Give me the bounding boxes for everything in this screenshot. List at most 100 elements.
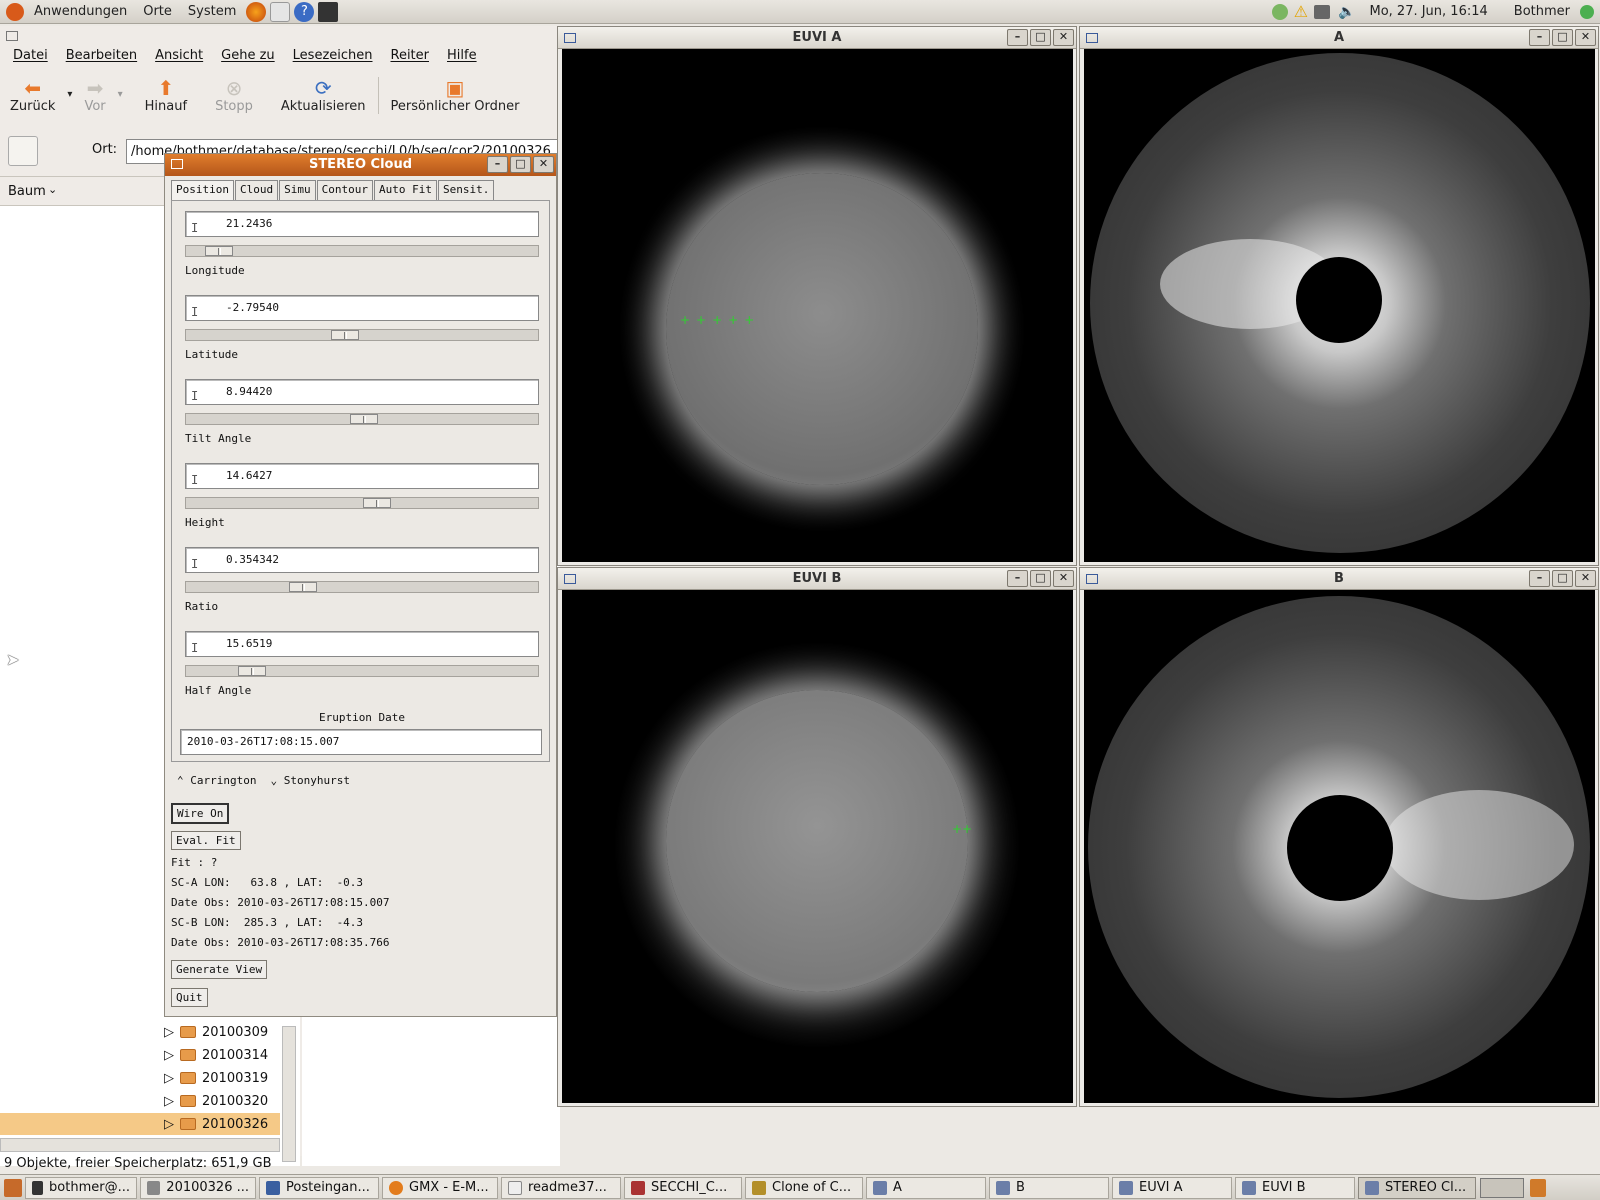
expander-icon[interactable]: ▷ [164, 1025, 174, 1040]
minimize-button[interactable]: – [487, 156, 508, 173]
menu-datei[interactable]: Datei [4, 48, 57, 63]
minimize-button[interactable]: – [1007, 570, 1028, 587]
mail-icon[interactable] [270, 1, 291, 22]
task-window-b[interactable]: B [989, 1176, 1109, 1199]
ubuntu-logo-icon[interactable] [6, 2, 24, 21]
maximize-button[interactable]: □ [510, 156, 531, 173]
menu-system[interactable]: System [180, 4, 244, 19]
task-firefox[interactable]: GMX - E-M... [382, 1176, 498, 1199]
warning-icon[interactable]: ⚠ [1294, 2, 1308, 21]
euvi-b-titlebar[interactable]: EUVI B – □ ✕ [558, 568, 1076, 590]
menu-gehe-zu[interactable]: Gehe zu [212, 48, 284, 63]
cor-b-titlebar[interactable]: B – □ ✕ [1080, 568, 1598, 590]
ratio-field[interactable]: I 0.354342 [185, 547, 539, 573]
tree-hscrollbar[interactable] [0, 1138, 280, 1152]
display-icon[interactable] [1314, 4, 1331, 19]
workspace-switcher[interactable] [1480, 1177, 1524, 1198]
window-menu-icon[interactable] [6, 31, 18, 41]
status-online-icon[interactable] [1580, 4, 1594, 19]
menu-bearbeiten[interactable]: Bearbeiten [57, 48, 146, 63]
tree-item-selected[interactable]: ▷ 20100326 [0, 1113, 280, 1135]
latitude-slider[interactable] [185, 329, 539, 341]
clock[interactable]: Mo, 27. Jun, 16:14 [1361, 4, 1495, 19]
help-icon[interactable]: ? [294, 1, 315, 22]
minimize-button[interactable]: – [1529, 29, 1550, 46]
user-name[interactable]: Bothmer [1506, 4, 1578, 19]
window-menu-icon[interactable] [564, 574, 576, 584]
slider-thumb[interactable] [350, 414, 379, 424]
home-button[interactable]: ▣ Persönlicher Ordner [377, 77, 526, 114]
maximize-button[interactable]: □ [1030, 570, 1051, 587]
expander-icon[interactable]: ▷ [164, 1117, 174, 1132]
cor-b-image[interactable] [1084, 590, 1595, 1103]
euvi-a-titlebar[interactable]: EUVI A – □ ✕ [558, 27, 1076, 49]
window-menu-icon[interactable] [171, 159, 183, 169]
slider-thumb[interactable] [237, 666, 266, 676]
firefox-icon[interactable] [246, 1, 267, 22]
up-button[interactable]: ⬆ Hinauf [139, 77, 193, 114]
task-pdf[interactable]: SECCHI_C... [624, 1176, 742, 1199]
maximize-button[interactable]: □ [1030, 29, 1051, 46]
maximize-button[interactable]: □ [1552, 570, 1573, 587]
close-button[interactable]: ✕ [1575, 29, 1596, 46]
wire-on-button[interactable]: Wire On [171, 803, 230, 824]
slider-thumb[interactable] [330, 330, 359, 340]
maximize-button[interactable]: □ [1552, 29, 1573, 46]
stop-button[interactable]: ⊗ Stopp [209, 77, 259, 114]
terminal-icon[interactable] [318, 1, 339, 22]
close-button[interactable]: ✕ [533, 156, 554, 173]
tab-sensit[interactable]: Sensit. [437, 180, 495, 200]
tab-simu[interactable]: Simu [279, 180, 316, 200]
menu-anwendungen[interactable]: Anwendungen [26, 4, 135, 19]
height-slider[interactable] [185, 497, 539, 509]
tab-position[interactable]: Position [171, 180, 234, 200]
eval-fit-button[interactable]: Eval. Fit [171, 831, 241, 850]
tab-contour[interactable]: Contour [316, 180, 373, 200]
edit-location-icon[interactable] [8, 136, 38, 166]
close-button[interactable]: ✕ [1575, 570, 1596, 587]
tab-auto-fit[interactable]: Auto Fit [373, 180, 437, 200]
forward-button[interactable]: ➡ Vor [78, 77, 111, 114]
cor-a-image[interactable] [1084, 49, 1595, 562]
task-editor[interactable]: readme37... [501, 1176, 621, 1199]
network-icon[interactable] [1271, 3, 1288, 20]
task-mail[interactable]: Posteingan... [259, 1176, 379, 1199]
slider-thumb[interactable] [363, 498, 392, 508]
close-button[interactable]: ✕ [1053, 570, 1074, 587]
cor-a-titlebar[interactable]: A – □ ✕ [1080, 27, 1598, 49]
window-menu-icon[interactable] [564, 33, 576, 43]
trash-icon[interactable] [1530, 1178, 1546, 1197]
longitude-field[interactable]: I 21.2436 [185, 211, 539, 237]
slider-thumb[interactable] [205, 246, 234, 256]
task-window-a[interactable]: A [866, 1176, 986, 1199]
task-file-manager[interactable]: 20100326 ... [140, 1176, 256, 1199]
half-angle-slider[interactable] [185, 665, 539, 677]
expander-icon[interactable]: ▷ [164, 1071, 174, 1086]
euvi-b-image[interactable]: ++ [562, 590, 1073, 1103]
latitude-field[interactable]: I -2.79540 [185, 295, 539, 321]
show-desktop-icon[interactable] [4, 1178, 22, 1197]
minimize-button[interactable]: – [1529, 570, 1550, 587]
euvi-a-image[interactable]: +++++ [562, 49, 1073, 562]
task-window-euvi-a[interactable]: EUVI A [1112, 1176, 1232, 1199]
height-field[interactable]: I 14.6427 [185, 463, 539, 489]
tree-item[interactable]: ▷ 20100319 [164, 1067, 294, 1089]
window-menu-icon[interactable] [1086, 574, 1098, 584]
task-window-euvi-b[interactable]: EUVI B [1235, 1176, 1355, 1199]
task-clone[interactable]: Clone of C... [745, 1176, 863, 1199]
task-window-stereo-cloud[interactable]: STEREO Cl... [1358, 1176, 1476, 1199]
generate-view-button[interactable]: Generate View [171, 960, 268, 979]
eruption-date-field[interactable]: 2010-03-26T17:08:15.007 [180, 729, 542, 755]
slider-thumb[interactable] [289, 582, 318, 592]
menu-orte[interactable]: Orte [135, 4, 180, 19]
quit-button[interactable]: Quit [171, 988, 208, 1007]
window-menu-icon[interactable] [1086, 33, 1098, 43]
radio-carrington[interactable]: ⌃ Carrington [177, 774, 256, 787]
longitude-slider[interactable] [185, 245, 539, 257]
tree-item[interactable]: ▷ 20100320 [164, 1090, 294, 1112]
minimize-button[interactable]: – [1007, 29, 1028, 46]
reload-button[interactable]: ⟳ Aktualisieren [275, 77, 372, 114]
back-button[interactable]: ⬅ Zurück [4, 77, 61, 114]
expander-icon[interactable]: ▷ [164, 1094, 174, 1109]
tilt-angle-slider[interactable] [185, 413, 539, 425]
